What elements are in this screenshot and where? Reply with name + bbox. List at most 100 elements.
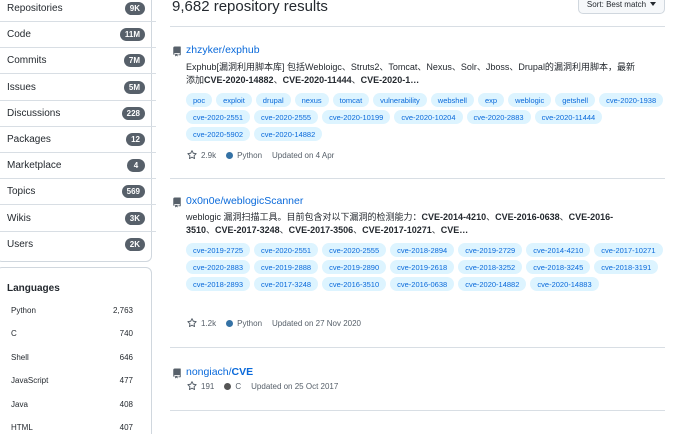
topic-tag[interactable]: cve-2020-2883	[466, 110, 531, 124]
topic-tag[interactable]: cve-2017-10271	[594, 243, 663, 257]
topic-tag[interactable]: webshell	[430, 93, 474, 107]
sidebar-item-label: Packages	[7, 134, 51, 145]
topic-tag[interactable]: cve-2020-5902	[186, 127, 251, 141]
language-name: HTML	[11, 423, 33, 432]
divider	[170, 178, 665, 179]
topic-tag[interactable]: cve-2020-2555	[254, 110, 319, 124]
topic-tag[interactable]: cve-2019-2725	[186, 243, 251, 257]
results-count-heading: 9,682 repository results	[172, 0, 328, 15]
topic-tag[interactable]: cve-2020-14882	[458, 277, 527, 291]
topic-tag[interactable]: cve-2020-14882	[254, 127, 323, 141]
sidebar-item-discussions[interactable]: Discussions 228	[0, 101, 156, 127]
topic-tag[interactable]: weblogic	[508, 93, 552, 107]
sidebar-item-users[interactable]: Users 2K	[0, 232, 156, 258]
repo-link[interactable]: 0x0n0e/weblogicScanner	[186, 195, 303, 207]
topic-tag[interactable]: cve-2020-2883	[186, 260, 251, 274]
repo-link[interactable]: zhzyker/exphub	[186, 44, 260, 56]
language-filter-java[interactable]: Java 408	[11, 400, 133, 409]
topic-tag[interactable]: cve-2018-2893	[186, 277, 251, 291]
repo-language: Python	[237, 318, 263, 328]
languages-title: Languages	[7, 283, 60, 294]
desc-highlight: CVE…	[440, 225, 469, 235]
description-line: 添加CVE-2020-14882、CVE-2020-11444、CVE-2020…	[186, 74, 666, 87]
sidebar-item-topics[interactable]: Topics 569	[0, 179, 156, 206]
sidebar-item-label: Code	[7, 29, 31, 41]
topic-tag[interactable]: exp	[477, 93, 505, 107]
topic-tag[interactable]: poc	[186, 93, 213, 107]
topic-tag[interactable]: getshell	[555, 93, 596, 107]
sidebar-item-label: Topics	[7, 186, 36, 198]
topic-tag[interactable]: cve-2016-0638	[390, 277, 455, 291]
count-badge: 2K	[124, 238, 145, 252]
sidebar-item-code[interactable]: Code 11M	[0, 22, 156, 49]
divider	[170, 347, 665, 348]
topic-tag[interactable]: cve-2018-3245	[526, 260, 591, 274]
topic-tag[interactable]: cve-2020-1938	[599, 93, 664, 107]
caret-down-icon	[650, 2, 657, 6]
language-filter-javascript[interactable]: JavaScript 477	[11, 376, 133, 385]
topic-tag[interactable]: cve-2020-2551	[254, 243, 319, 257]
star-count[interactable]: 191	[201, 382, 214, 391]
desc-text: 、	[351, 75, 361, 85]
count-badge: 7M	[123, 54, 145, 68]
topic-tag[interactable]: cve-2020-10199	[322, 110, 391, 124]
topic-tag[interactable]: drupal	[255, 93, 291, 107]
count-badge: 4	[127, 159, 145, 173]
repo-description: weblogic 漏洞扫描工具。目前包含对以下漏洞的检测能力：CVE-2014-…	[186, 211, 666, 237]
sidebar-item-issues[interactable]: Issues 5M	[0, 75, 156, 101]
topic-tag[interactable]: cve-2019-2890	[322, 260, 387, 274]
topic-tag[interactable]: cve-2018-3252	[458, 260, 523, 274]
count-badge: 12	[126, 133, 145, 146]
topic-tag[interactable]: cve-2020-11444	[534, 110, 603, 124]
divider	[170, 26, 665, 27]
language-count: 2,763	[112, 306, 133, 315]
divider	[170, 410, 665, 411]
topic-tag[interactable]: cve-2016-3510	[322, 277, 387, 291]
topic-tag[interactable]: cve-2019-2888	[254, 260, 319, 274]
sidebar-item-commits[interactable]: Commits 7M	[0, 48, 156, 75]
desc-text: 、	[353, 225, 363, 235]
description-line: weblogic 漏洞扫描工具。目前包含对以下漏洞的检测能力：CVE-2014-…	[186, 211, 666, 224]
repo-meta: 1.2k Python Updated on 27 Nov 2020	[187, 318, 361, 328]
repo-description: Exphub[漏洞利用脚本库] 包括Webloigc、Struts2、Tomca…	[186, 61, 666, 87]
language-filter-html[interactable]: HTML 407	[11, 423, 133, 432]
topic-tag[interactable]: cve-2019-2729	[458, 243, 523, 257]
desc-text: 添加	[186, 75, 205, 85]
sidebar-item-marketplace[interactable]: Marketplace 4	[0, 153, 156, 180]
topic-tag[interactable]: cve-2020-10204	[394, 110, 463, 124]
topic-tag[interactable]: cve-2014-4210	[526, 243, 591, 257]
count-badge: 228	[121, 106, 145, 120]
desc-highlight: CVE-2017-10271	[362, 225, 432, 235]
star-count[interactable]: 2.9k	[201, 151, 216, 160]
sidebar-item-wikis[interactable]: Wikis 3K	[0, 206, 156, 232]
language-filter-shell[interactable]: Shell 646	[11, 353, 133, 362]
desc-highlight: CVE-2016-0638	[495, 212, 560, 222]
topic-tag[interactable]: cve-2020-14883	[530, 277, 599, 291]
language-filter-c[interactable]: C 740	[11, 329, 133, 338]
topic-tag[interactable]: exploit	[216, 93, 252, 107]
sort-dropdown[interactable]: Sort: Best match	[578, 0, 665, 14]
desc-text: 、	[559, 212, 569, 222]
language-filter-python[interactable]: Python 2,763	[11, 306, 133, 315]
topic-tag[interactable]: cve-2017-3248	[254, 277, 319, 291]
topic-tag[interactable]: cve-2020-2551	[186, 110, 251, 124]
language-count: 646	[119, 352, 133, 362]
topic-tag[interactable]: cve-2020-2555	[322, 243, 387, 257]
sidebar-item-packages[interactable]: Packages 12	[0, 127, 156, 153]
sort-value: Best match	[606, 0, 647, 9]
sidebar-item-label: Discussions	[7, 107, 61, 119]
topic-tag[interactable]: vulnerability	[373, 93, 427, 107]
repo-link[interactable]: nongiach/CVE	[186, 366, 253, 378]
topic-tag[interactable]: cve-2019-2618	[390, 260, 455, 274]
topic-tag[interactable]: tomcat	[332, 93, 370, 107]
repo-meta: 191 C Updated on 25 Oct 2017	[187, 381, 338, 391]
topic-list: cve-2019-2725 cve-2020-2551 cve-2020-2555 c…	[186, 243, 666, 291]
star-count[interactable]: 1.2k	[201, 319, 216, 328]
topic-tag[interactable]: nexus	[294, 93, 329, 107]
desc-highlight: CVE-2020-14882	[204, 75, 274, 85]
sidebar-item-repositories[interactable]: Repositories 9K	[0, 0, 156, 22]
repo-icon	[173, 46, 181, 57]
topic-tag[interactable]: cve-2018-3191	[594, 260, 659, 274]
topic-tag[interactable]: cve-2018-2894	[390, 243, 455, 257]
desc-text: 、	[279, 225, 289, 235]
